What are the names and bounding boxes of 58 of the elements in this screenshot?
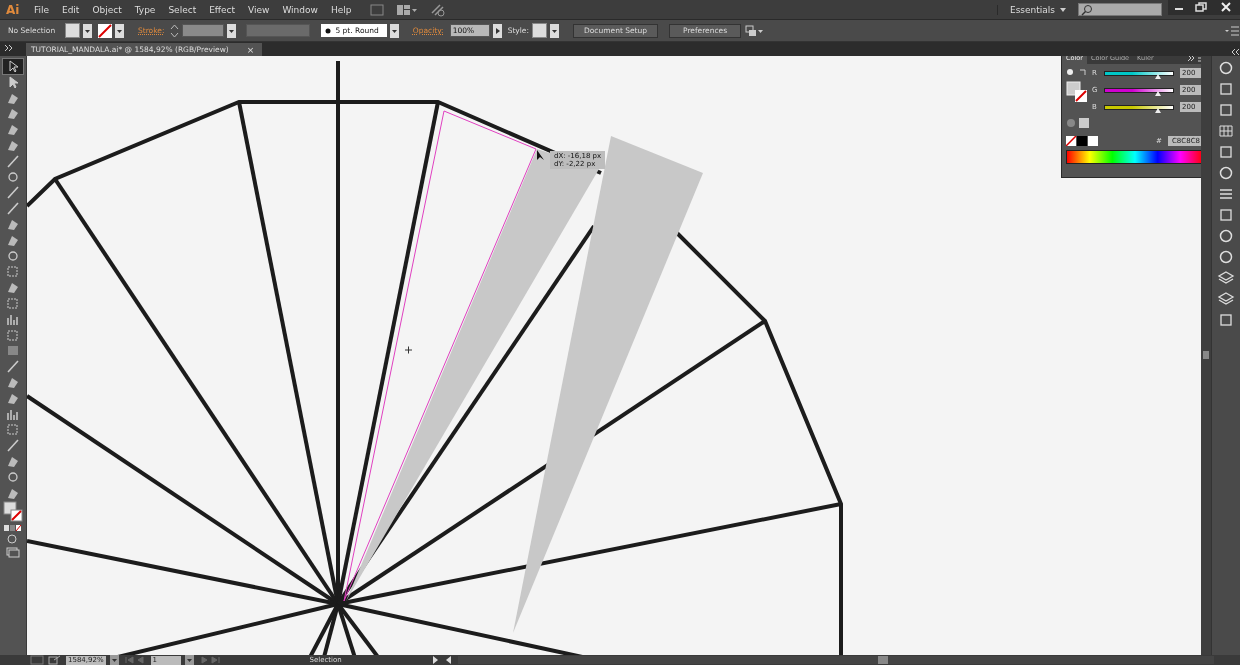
- dropdown-caret-icon[interactable]: [83, 23, 92, 38]
- palette-panel-icon[interactable]: [1217, 60, 1235, 76]
- wedge-shape[interactable]: [346, 149, 599, 601]
- fill-stroke-swatches-icon[interactable]: [3, 501, 23, 524]
- arrange-documents-icon[interactable]: [395, 3, 418, 16]
- grid-panel-icon[interactable]: [1217, 123, 1235, 139]
- color-spectrum[interactable]: [1066, 150, 1201, 164]
- horizontal-scrollbar[interactable]: [457, 656, 1214, 664]
- dropdown-caret-icon: [1060, 7, 1066, 12]
- search-icon: [1081, 3, 1093, 16]
- dropdown-caret-icon[interactable]: [389, 23, 399, 38]
- search-field[interactable]: [1078, 3, 1162, 16]
- menu-item[interactable]: Window: [275, 4, 325, 15]
- gamut-swatch-icon[interactable]: [1066, 116, 1090, 130]
- crosshair-icon: [404, 346, 413, 354]
- menu-item[interactable]: Edit: [55, 4, 86, 15]
- menu-item[interactable]: View: [241, 4, 276, 15]
- circle-target-panel-icon[interactable]: [1217, 249, 1235, 265]
- menu-item[interactable]: Help: [324, 4, 358, 15]
- stack-panel-icon[interactable]: [1217, 270, 1235, 286]
- dropdown-caret-icon[interactable]: [115, 23, 124, 38]
- vertical-scrollbar[interactable]: [1201, 56, 1211, 655]
- share-icon[interactable]: [48, 655, 62, 665]
- app-logo: Ai: [5, 2, 21, 17]
- arrange-icon[interactable]: [744, 23, 765, 38]
- sync-icon[interactable]: [429, 2, 446, 17]
- arrow-tool-icon[interactable]: [3, 59, 23, 74]
- channel-slider[interactable]: [1104, 87, 1174, 93]
- dropdown-caret-icon[interactable]: [184, 655, 194, 665]
- color-mode-icon[interactable]: [3, 524, 23, 533]
- lines-panel-icon[interactable]: [1217, 186, 1235, 202]
- stepper-icon[interactable]: [170, 22, 180, 39]
- stroke-none-swatch[interactable]: [98, 23, 112, 38]
- dropdown-caret-icon[interactable]: [109, 655, 119, 665]
- stroke-weight-field[interactable]: [182, 24, 225, 37]
- fill-swatch[interactable]: [65, 23, 80, 38]
- menu-item[interactable]: Select: [161, 4, 203, 15]
- menu-item[interactable]: Effect: [202, 4, 242, 15]
- close-tab-button[interactable]: ×: [246, 44, 255, 55]
- circles-panel-icon[interactable]: [1217, 228, 1235, 244]
- menu-item[interactable]: Type: [128, 4, 162, 15]
- menu-item[interactable]: Object: [85, 4, 129, 15]
- brush-dot-icon: [325, 27, 332, 34]
- moved-wedge-shape[interactable]: [513, 136, 703, 633]
- expand-panel-icon[interactable]: [4, 44, 14, 52]
- cursor-arrow-icon: [537, 150, 544, 160]
- screen-mode-icon[interactable]: [3, 545, 23, 558]
- collapse-panels-icon[interactable]: [1230, 48, 1240, 56]
- menu-item[interactable]: File: [27, 4, 56, 15]
- channel-slider[interactable]: [1104, 104, 1174, 110]
- style-swatch[interactable]: [532, 23, 547, 38]
- dropdown-caret-icon[interactable]: [227, 23, 237, 38]
- variable-width-field[interactable]: [246, 24, 311, 37]
- status-icon: [30, 655, 44, 665]
- layers-panel-icon[interactable]: [1217, 291, 1235, 307]
- dropdown-caret-icon[interactable]: [550, 23, 559, 38]
- swatch-presets[interactable]: [1066, 136, 1098, 146]
- channel-slider[interactable]: [1104, 70, 1174, 76]
